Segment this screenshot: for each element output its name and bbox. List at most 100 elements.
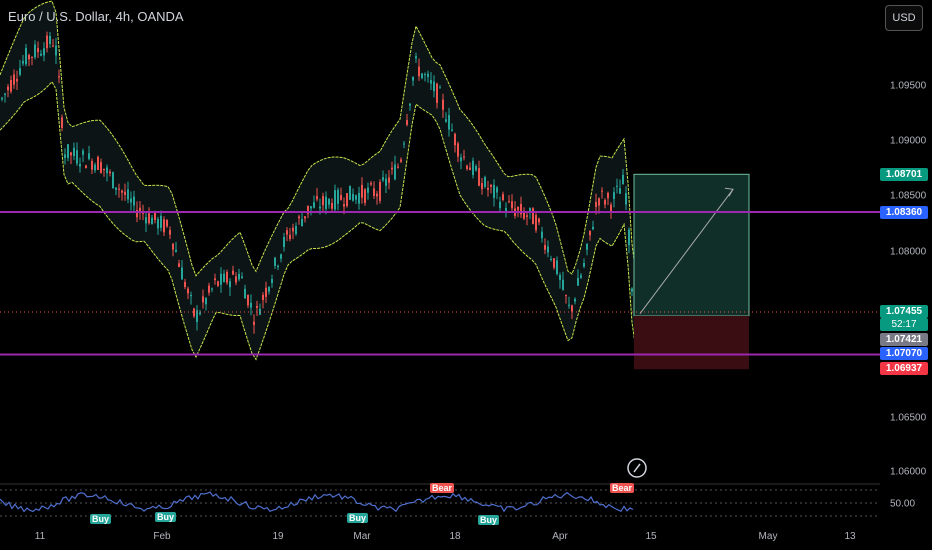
candle-body (394, 164, 396, 180)
candle-body (268, 287, 270, 292)
candle-body (214, 278, 216, 281)
candle-body (199, 312, 201, 315)
candle-body (331, 202, 333, 209)
currency-button[interactable]: USD (885, 5, 923, 31)
candle-body (169, 229, 171, 235)
candle-body (571, 305, 573, 312)
candle-body (340, 195, 342, 200)
price-chart[interactable] (0, 0, 932, 550)
rsi-line (0, 491, 634, 513)
candle-body (10, 79, 12, 92)
candle-body (286, 230, 288, 235)
candle-body (505, 208, 507, 212)
y-tick: 1.09500 (890, 80, 927, 92)
candle-body (460, 157, 462, 162)
candle-body (550, 259, 552, 261)
countdown-tag: 52:17 (880, 318, 928, 331)
candle-body (406, 120, 408, 125)
candle-body (631, 288, 633, 292)
candle-body (451, 129, 453, 131)
rsi-buy-label: Buy (478, 515, 500, 525)
candle-body (535, 215, 537, 231)
candle-body (325, 196, 327, 210)
band-fill (0, 1, 636, 360)
candle-body (607, 192, 609, 199)
candle-body (112, 172, 114, 189)
rsi-buy-label: Buy (347, 513, 369, 523)
candle-body (43, 48, 45, 56)
candle-body (421, 73, 423, 79)
candle-body (40, 53, 42, 56)
candle-body (121, 190, 123, 193)
candle-body (88, 153, 90, 160)
candle-body (145, 217, 147, 224)
candle-body (466, 165, 468, 170)
candle-body (595, 201, 597, 207)
candle-body (106, 167, 108, 174)
candle-body (613, 192, 615, 200)
candle-body (157, 218, 159, 229)
candle-body (322, 196, 324, 206)
x-tick: Mar (353, 531, 371, 542)
candle-body (70, 152, 72, 156)
candle-body (568, 304, 570, 306)
candle-body (373, 188, 375, 196)
candle-body (499, 201, 501, 209)
candle-body (118, 188, 120, 190)
candle-body (37, 48, 39, 53)
candle-body (13, 74, 15, 85)
candle-body (442, 99, 444, 110)
candle-body (589, 230, 591, 236)
candle-body (538, 218, 540, 223)
candle-body (622, 174, 624, 185)
candle-body (496, 187, 498, 193)
candle-body (343, 204, 345, 207)
chart-title: Euro / U.S. Dollar, 4h, OANDA (8, 9, 184, 24)
candle-body (178, 263, 180, 267)
candle-body (430, 80, 432, 84)
candle-body (190, 294, 192, 297)
candle-body (490, 184, 492, 187)
price-tag-upper-line: 1.08360 (880, 206, 928, 219)
candle-body (4, 93, 6, 95)
candle-body (526, 215, 528, 217)
candle-body (415, 56, 417, 59)
candle-body (313, 202, 315, 208)
candle-body (277, 265, 279, 268)
candle-body (346, 193, 348, 206)
candle-body (574, 298, 576, 302)
candle-body (46, 35, 48, 49)
candle-body (472, 160, 474, 175)
candle-body (85, 165, 87, 169)
candle-body (628, 229, 630, 246)
x-tick: May (758, 531, 778, 542)
price-tag-target: 1.08701 (880, 168, 928, 181)
candle-body (328, 198, 330, 205)
candle-body (463, 156, 465, 158)
candle-body (184, 281, 186, 288)
candle-body (235, 276, 237, 283)
candle-body (334, 190, 336, 210)
candle-body (367, 187, 369, 193)
y-tick: 1.08500 (890, 190, 927, 202)
price-tag-last: 1.07455 (880, 305, 928, 318)
candle-body (232, 270, 234, 275)
candle-body (25, 48, 27, 65)
candle-body (598, 198, 600, 206)
candle-body (151, 217, 153, 225)
candle-body (352, 193, 354, 201)
candle-body (493, 184, 495, 198)
candle-body (511, 201, 513, 209)
candle-body (445, 119, 447, 122)
candle-body (73, 147, 75, 157)
candle-body (148, 213, 150, 224)
candle-body (202, 296, 204, 303)
candle-body (304, 216, 306, 219)
candle-body (103, 168, 105, 171)
candle-body (211, 288, 213, 290)
candle-body (58, 76, 60, 78)
candle-body (94, 164, 96, 171)
candle-body (109, 171, 111, 174)
candle-body (1, 97, 3, 100)
candle-body (439, 87, 441, 89)
